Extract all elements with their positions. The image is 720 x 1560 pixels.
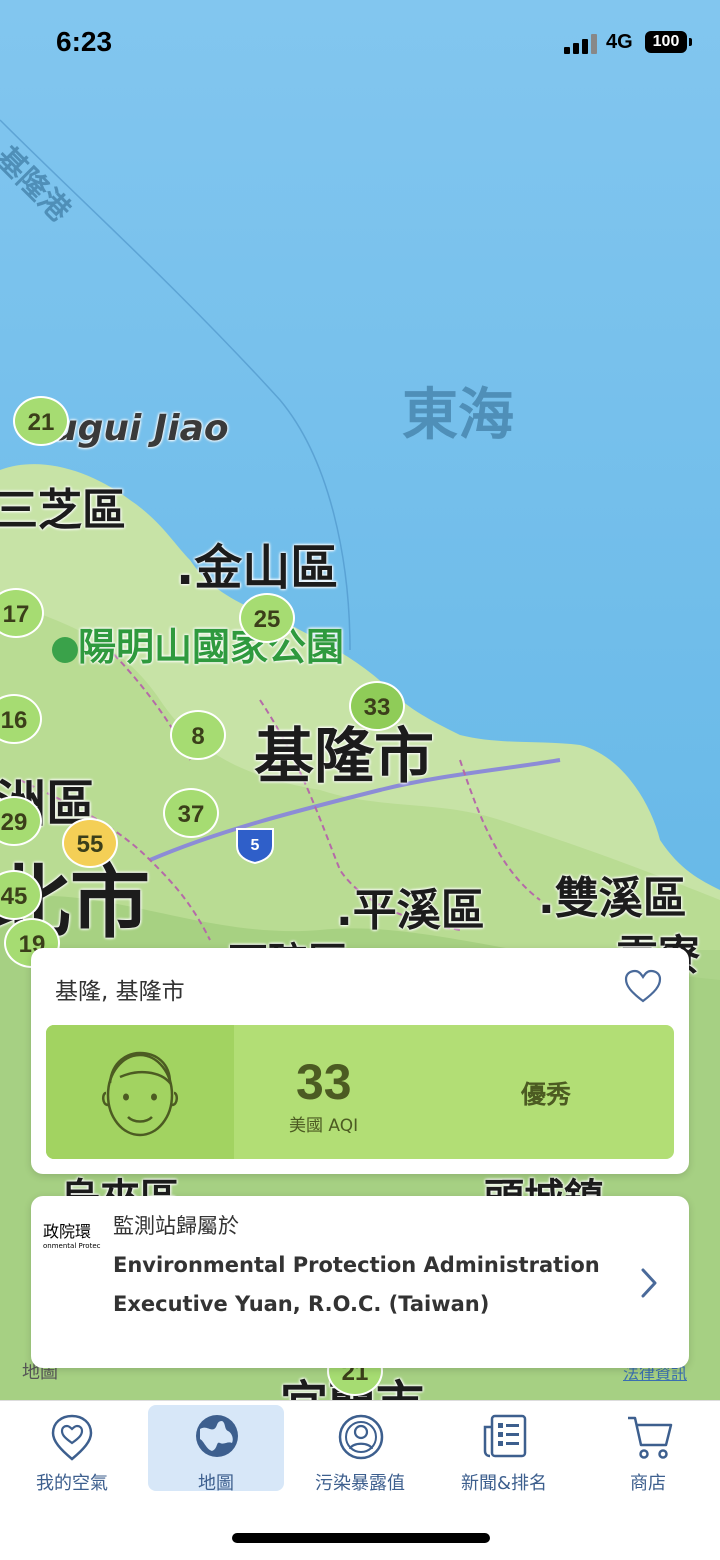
aqi-pin[interactable]: 33 — [349, 681, 405, 731]
tab-shop[interactable]: 商店 — [580, 1405, 716, 1494]
tab-label: 污染暴露值 — [315, 1473, 405, 1494]
epa-logo: 政院環 onmental Protec tive Yuan, R.O — [43, 1218, 101, 1268]
map-label-sanzhi: 三芝區 — [0, 485, 126, 536]
globe-icon — [196, 1415, 238, 1457]
tab-map[interactable]: 地圖 — [148, 1405, 284, 1494]
highway-5-shield: 5 — [236, 828, 274, 864]
battery-icon: 100 — [645, 31, 692, 53]
aqi-face-panel — [46, 1025, 234, 1159]
tab-my-air[interactable]: 我的空氣 — [4, 1405, 140, 1494]
aqi-pin[interactable]: 21 — [13, 396, 69, 446]
user-circle-icon — [338, 1414, 384, 1460]
map-label-sea: 東海 — [402, 383, 514, 448]
aqi-pin[interactable]: 55 — [62, 818, 118, 868]
station-title: 基隆, 基隆市 — [55, 979, 185, 1005]
heart-location-icon — [51, 1414, 93, 1461]
chevron-right-icon[interactable] — [639, 1266, 659, 1300]
tab-label: 我的空氣 — [36, 1473, 108, 1494]
tab-exposure[interactable]: 污染暴露值 — [292, 1405, 428, 1494]
status-time: 6:23 — [56, 26, 113, 57]
logo-subtext: onmental Protec tive Yuan, R.O — [43, 1242, 101, 1250]
source-heading: 監測站歸屬於 — [113, 1214, 239, 1238]
aqi-pin[interactable]: 37 — [163, 788, 219, 838]
face-icon — [102, 1051, 178, 1137]
source-card[interactable]: 政院環 onmental Protec tive Yuan, R.O 監測站歸屬… — [31, 1196, 689, 1368]
home-indicator — [232, 1533, 490, 1543]
newspaper-icon — [483, 1414, 527, 1458]
cart-icon — [628, 1416, 673, 1459]
park-label: 陽明山國家公園 — [78, 625, 345, 669]
network-type: 4G — [606, 31, 633, 53]
svg-text:5: 5 — [251, 837, 260, 854]
park-icon — [52, 636, 78, 663]
logo-text: 政院環 — [43, 1222, 92, 1241]
status-bar: 6:23 4G 100 — [0, 0, 720, 90]
map-label-pingxi: .平溪區 — [336, 885, 485, 936]
station-card[interactable]: 基隆, 基隆市 33 美國 AQI 優秀 — [31, 948, 689, 1174]
tab-label: 新聞&排名 — [460, 1473, 548, 1494]
tab-label: 地圖 — [198, 1473, 234, 1494]
map-label-park: 陽明山國家公園 — [52, 616, 344, 671]
heart-icon[interactable] — [623, 968, 663, 1004]
aqi-value: 33 — [296, 1054, 352, 1110]
map-label-shuangxi: .雙溪區 — [538, 873, 687, 924]
map-label-cape: ugui Jiao — [52, 408, 229, 449]
aqi-unit: 美國 AQI — [289, 1116, 359, 1136]
map-label-keelung: 基隆市 — [254, 722, 434, 792]
aqi-pin[interactable]: 8 — [170, 710, 226, 760]
signal-icon — [564, 34, 597, 54]
aqi-pin[interactable]: 25 — [239, 593, 295, 643]
aqi-panel[interactable]: 33 美國 AQI 優秀 — [46, 1025, 674, 1159]
source-organization: Environmental Protection Administration … — [113, 1253, 600, 1316]
tab-news[interactable]: 新聞&排名 — [436, 1405, 572, 1494]
aqi-level: 優秀 — [521, 1080, 572, 1109]
map-label-jinshan: .金山區 — [176, 540, 339, 596]
tab-label: 商店 — [630, 1473, 666, 1494]
air-quality-map[interactable]: 東海 基隆港 ugui Jiao 三芝區 .金山區 陽明山國家公園 基隆市 洲區… — [0, 0, 720, 1400]
